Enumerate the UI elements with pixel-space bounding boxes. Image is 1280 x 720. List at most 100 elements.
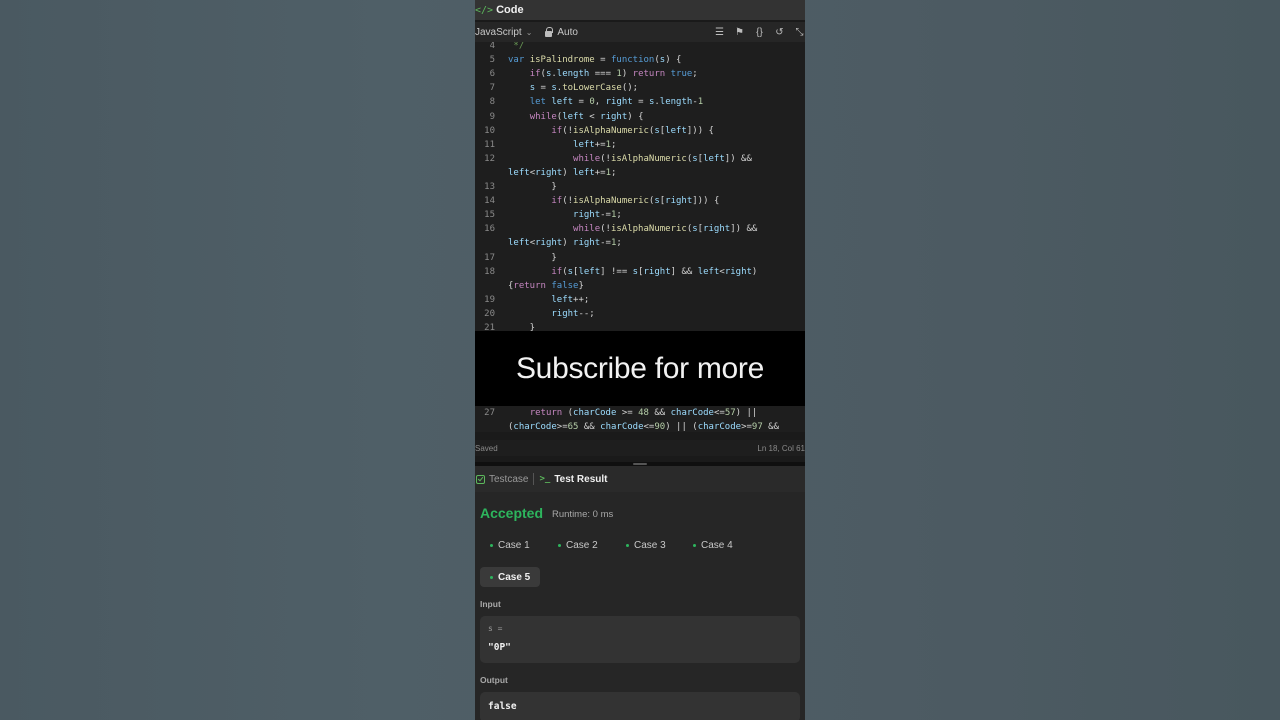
saved-status: Saved — [475, 444, 498, 453]
lock-icon — [544, 27, 554, 37]
code-icon: </> — [475, 4, 494, 16]
line-number: 5 — [489, 55, 495, 66]
pass-dot-icon — [558, 543, 561, 547]
line-number: 13 — [484, 182, 495, 192]
tab-testcase-label: Testcase — [489, 473, 529, 485]
code-line[interactable]: 5 var isPalindrome = function(s) { — [475, 53, 805, 67]
code-panel-header: </> Code — [475, 0, 805, 20]
auto-mode-label[interactable]: Auto — [557, 27, 578, 38]
line-number: 4 — [489, 42, 495, 51]
editor-toolbar: JavaScript ⌄ Auto ☰ ⚑ {} ↺ ⤡ — [475, 22, 805, 42]
pass-dot-icon — [490, 543, 493, 547]
code-text: return (charCode >= 48 && charCode<=57) … — [529, 408, 758, 418]
pass-dot-icon — [693, 543, 696, 547]
code-text: if(!isAlphaNumeric(s[left])) { — [551, 125, 714, 136]
case-tab-4[interactable]: Case 4 — [693, 535, 733, 555]
subscribe-text: Subscribe for more — [515, 351, 765, 385]
terminal-icon: >_ — [539, 474, 551, 484]
line-number: 7 — [489, 83, 495, 94]
line-number: 27 — [484, 408, 495, 418]
phone-frame: </> Code JavaScript ⌄ Auto ☰ ⚑ {} ↺ ⤡ 4 … — [475, 0, 805, 720]
code-line[interactable]: 8 let left = 0, right = s.length-1 — [475, 95, 805, 109]
editor-status-bar: Saved Ln 18, Col 61 — [475, 440, 805, 456]
code-text: while(left < right) { — [529, 111, 644, 122]
line-number: 19 — [484, 294, 495, 305]
code-line[interactable]: 9 while(left < right) { — [475, 110, 805, 124]
language-select[interactable]: JavaScript — [475, 27, 522, 38]
tab-divider — [533, 473, 535, 485]
code-line[interactable]: 4 */ — [475, 42, 805, 53]
code-text: left<right) left+=1; — [508, 167, 617, 178]
code-line[interactable]: 15 right-=1; — [475, 208, 805, 222]
cursor-position: Ln 18, Col 61 — [757, 444, 805, 453]
expand-icon[interactable]: ⤡ — [794, 27, 805, 38]
case-label: Case 3 — [634, 539, 666, 551]
code-line[interactable]: 20 right--; — [475, 307, 805, 321]
code-text: if(s[left] !== s[right] && left<right) — [551, 266, 758, 277]
code-text: left++; — [551, 294, 590, 305]
toolbar-icons: ☰ ⚑ {} ↺ ⤡ — [714, 22, 805, 42]
code-text: while(!isAlphaNumeric(s[left]) && — [573, 153, 752, 164]
code-line[interactable]: 14 if(!isAlphaNumeric(s[right])) { — [475, 194, 805, 208]
case-tab-1[interactable]: Case 1 — [490, 535, 530, 555]
format-icon[interactable]: ☰ — [714, 27, 725, 38]
code-line[interactable]: 11 left+=1; — [475, 138, 805, 152]
case-tab-2[interactable]: Case 2 — [558, 535, 598, 555]
input-label: Input — [480, 599, 501, 609]
pass-dot-icon — [626, 543, 629, 547]
output-value: false — [488, 701, 517, 712]
code-line[interactable]: 17 } — [475, 251, 805, 265]
case-label: Case 5 — [498, 571, 531, 583]
code-text: if(!isAlphaNumeric(s[right])) { — [551, 196, 720, 207]
drag-grip-icon[interactable] — [633, 463, 647, 465]
code-panel-title: Code — [496, 4, 524, 16]
code-text: left+=1; — [573, 139, 617, 150]
line-number: 12 — [484, 153, 495, 164]
code-line[interactable]: 12 while(!isAlphaNumeric(s[left]) && — [475, 152, 805, 166]
code-line[interactable]: 27 return (charCode >= 48 && charCode<=5… — [475, 406, 805, 420]
code-line[interactable]: 16 while(!isAlphaNumeric(s[right]) && — [475, 222, 805, 236]
output-box: false — [480, 692, 800, 720]
tab-test-result[interactable]: >_ Test Result — [539, 474, 607, 485]
line-number: 15 — [484, 210, 495, 221]
code-text: right-=1; — [573, 210, 622, 221]
chevron-down-icon[interactable]: ⌄ — [526, 28, 533, 37]
test-result-panel: Accepted Runtime: 0 ms Case 1 Case 2 Cas… — [475, 492, 805, 720]
case-label: Case 2 — [566, 539, 598, 551]
runtime-label: Runtime: 0 ms — [552, 509, 614, 520]
code-line[interactable]: 19 left++; — [475, 293, 805, 307]
input-box: s = "0P" — [480, 616, 800, 663]
code-text: s = s.toLowerCase(); — [529, 83, 639, 94]
braces-icon[interactable]: {} — [754, 27, 765, 38]
code-line[interactable]: (charCode>=65 && charCode<=90) || (charC… — [475, 420, 805, 432]
code-text: if(s.length === 1) return true; — [529, 69, 698, 80]
bookmark-icon[interactable]: ⚑ — [734, 27, 745, 38]
code-text: {return false} — [508, 280, 584, 291]
line-number: 20 — [484, 308, 495, 319]
input-value: "0P" — [488, 642, 511, 653]
tab-testcase[interactable]: Testcase — [476, 474, 528, 485]
code-line[interactable]: left<right) right-=1; — [475, 236, 805, 250]
code-line[interactable]: 13 } — [475, 180, 805, 194]
checkbox-icon — [476, 474, 485, 484]
case-label: Case 4 — [701, 539, 733, 551]
line-number: 11 — [484, 139, 495, 150]
code-text: var isPalindrome = function(s) { — [508, 55, 682, 66]
tab-test-result-label: Test Result — [554, 473, 608, 485]
subscribe-overlay: Subscribe for more — [475, 331, 805, 406]
code-line[interactable]: 6 if(s.length === 1) return true; — [475, 67, 805, 81]
code-line[interactable]: 10 if(!isAlphaNumeric(s[left])) { — [475, 124, 805, 138]
line-number: 14 — [484, 196, 495, 207]
line-number: 10 — [484, 125, 495, 136]
code-line[interactable]: left<right) left+=1; — [475, 166, 805, 180]
undo-icon[interactable]: ↺ — [774, 27, 785, 38]
case-tab-5[interactable]: Case 5 — [480, 567, 541, 587]
line-number: 8 — [489, 97, 495, 108]
code-text: right--; — [551, 308, 595, 319]
code-line[interactable]: 7 s = s.toLowerCase(); — [475, 81, 805, 95]
case-tab-3[interactable]: Case 3 — [626, 535, 666, 555]
code-line[interactable]: {return false} — [475, 279, 805, 293]
case-label: Case 1 — [498, 539, 530, 551]
code-text: } — [508, 252, 557, 263]
code-line[interactable]: 18 if(s[left] !== s[right] && left<right… — [475, 265, 805, 279]
